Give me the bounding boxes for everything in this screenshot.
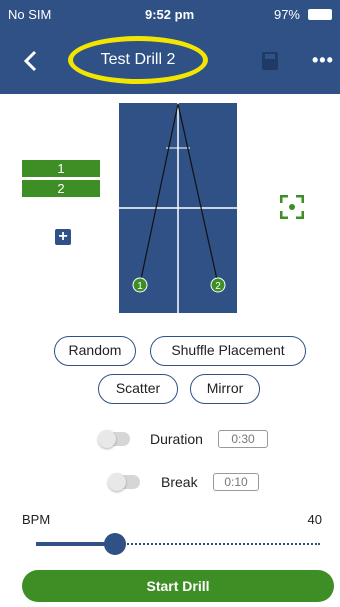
save-icon[interactable] <box>262 52 278 70</box>
player-row[interactable]: 1 <box>22 160 100 177</box>
toggle-knob <box>108 473 126 491</box>
focus-icon[interactable] <box>279 194 305 220</box>
bpm-slider-thumb[interactable] <box>104 533 126 555</box>
break-toggle[interactable] <box>108 473 140 491</box>
add-player-icon[interactable]: + <box>55 229 71 245</box>
shuffle-placement-button[interactable]: Shuffle Placement <box>150 336 306 366</box>
duration-field[interactable]: 0:30 <box>218 430 268 448</box>
break-field[interactable]: 0:10 <box>213 473 259 491</box>
court-marker-label: 2 <box>215 281 221 292</box>
scatter-button[interactable]: Scatter <box>98 374 178 404</box>
mirror-button[interactable]: Mirror <box>190 374 260 404</box>
clock: 9:52 pm <box>145 7 195 22</box>
battery-icon <box>308 9 332 20</box>
break-label: Break <box>161 474 198 490</box>
court-diagram[interactable]: 1 2 <box>118 102 238 314</box>
status-bar: No SIM 9:52 pm 97% <box>0 0 340 30</box>
bpm-label: BPM <box>22 512 51 527</box>
start-drill-button[interactable]: Start Drill <box>22 570 334 602</box>
battery-percent: 97% <box>273 7 300 22</box>
nav-bar: Test Drill 2 ••• <box>0 30 340 94</box>
player-list: 1 2 <box>22 160 100 200</box>
bpm-slider-fill <box>36 542 114 546</box>
random-button[interactable]: Random <box>54 336 136 366</box>
back-icon[interactable] <box>22 50 40 72</box>
toggle-knob <box>98 430 116 448</box>
duration-label: Duration <box>150 431 203 447</box>
carrier-label: No SIM <box>8 7 52 22</box>
more-options-icon[interactable]: ••• <box>312 50 333 70</box>
page-title: Test Drill 2 <box>100 51 176 68</box>
duration-toggle[interactable] <box>98 430 130 448</box>
bpm-value: 40 <box>307 512 322 527</box>
player-row[interactable]: 2 <box>22 180 100 197</box>
court-marker-label: 1 <box>137 281 143 292</box>
